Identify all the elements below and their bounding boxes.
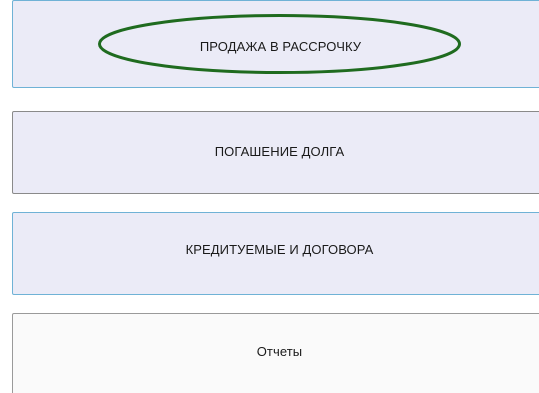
- debt-repayment-button[interactable]: ПОГАШЕНИЕ ДОЛГА: [12, 111, 539, 194]
- borrowers-and-contracts-button[interactable]: КРЕДИТУЕМЫЕ И ДОГОВОРА: [12, 212, 539, 295]
- installment-sale-label: ПРОДАЖА В РАССРОЧКУ: [199, 39, 362, 54]
- reports-button[interactable]: Отчеты: [12, 313, 539, 393]
- reports-label: Отчеты: [256, 343, 303, 359]
- main-menu: ПРОДАЖА В РАССРОЧКУ ПОГАШЕНИЕ ДОЛГА КРЕД…: [0, 0, 539, 393]
- debt-repayment-label: ПОГАШЕНИЕ ДОЛГА: [214, 144, 345, 159]
- installment-sale-button[interactable]: ПРОДАЖА В РАССРОЧКУ: [12, 0, 539, 88]
- borrowers-and-contracts-label: КРЕДИТУЕМЫЕ И ДОГОВОРА: [185, 242, 374, 257]
